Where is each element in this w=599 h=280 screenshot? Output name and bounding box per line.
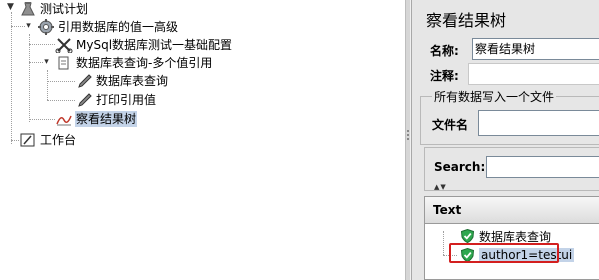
tree-connector — [29, 62, 43, 63]
listener-graph-icon — [55, 111, 73, 127]
tree-connector — [11, 12, 12, 144]
collapse-arrows-icon[interactable]: ▲▼ — [434, 183, 447, 191]
collapse-handle-icon[interactable]: ▾ — [42, 57, 51, 67]
splitter-grip — [407, 130, 409, 132]
tree-node-label: 测试计划 — [40, 2, 89, 16]
tree-node-label: 察看结果树 — [75, 111, 138, 127]
result-label: 数据库表查询 — [479, 229, 552, 244]
search-input[interactable] — [486, 156, 599, 178]
splitter-grip — [407, 138, 409, 140]
tree-connector — [11, 26, 25, 27]
tree-node-db-query-sampler[interactable]: 数据库表查询-多个值引用 — [55, 54, 213, 72]
results-column-header: Text — [425, 197, 599, 224]
gear-icon — [37, 19, 55, 35]
filename-label: 文件名 — [432, 118, 469, 132]
tree-node-label: 数据库表查询 — [96, 74, 169, 88]
write-to-file-group-title: 所有数据写入一个文件 — [432, 88, 557, 105]
tree-connector — [47, 81, 75, 82]
tree-connector — [11, 140, 19, 141]
comment-label: 注释: — [430, 69, 459, 83]
results-column-header-label: Text — [433, 203, 462, 217]
test-plan-tree[interactable]: ▼ ▾ ▾ 测试计划 引用数据库的值一高级 MySql数据库测试一基础配置 数据… — [0, 0, 405, 280]
tree-node-view-results-tree[interactable]: 察看结果树 — [55, 110, 138, 128]
tree-node-label: 数据库表查询-多个值引用 — [76, 56, 213, 70]
collapse-handle-icon[interactable]: ▼ — [6, 2, 15, 12]
tree-node-label: 引用数据库的值一高级 — [58, 20, 179, 34]
test-plan-icon — [19, 1, 37, 17]
tree-connector — [29, 44, 55, 45]
name-label: 名称: — [430, 44, 459, 58]
panel-title: 察看结果树 — [426, 11, 507, 30]
tree-node-label: 工作台 — [40, 133, 77, 147]
success-shield-icon — [460, 228, 475, 244]
name-field[interactable]: 察看结果树 — [472, 38, 599, 60]
results-tree[interactable]: Text 数据库表查询 author1=testui — [424, 196, 599, 280]
tree-node-label: 打印引用值 — [96, 93, 157, 107]
tree-connector — [47, 70, 48, 100]
workbench-icon — [19, 132, 37, 148]
tree-connector — [443, 231, 444, 255]
sampler-icon — [55, 55, 73, 71]
splitter-grip — [407, 134, 409, 136]
dropper-icon — [75, 92, 93, 108]
search-label: Search: — [434, 160, 486, 174]
collapse-handle-icon[interactable]: ▾ — [24, 21, 33, 31]
result-row[interactable]: 数据库表查询 — [460, 228, 552, 244]
tree-node-thread-group[interactable]: 引用数据库的值一高级 — [37, 18, 179, 36]
comment-field[interactable] — [468, 63, 599, 85]
tree-node-label: MySql数据库测试一基础配置 — [76, 38, 233, 52]
tree-connector — [29, 119, 55, 120]
tree-node-print-value[interactable]: 打印引用值 — [75, 91, 157, 109]
dropper-icon — [75, 73, 93, 89]
tree-connector — [29, 34, 30, 122]
tree-node-db-query[interactable]: 数据库表查询 — [75, 72, 169, 90]
scissors-config-icon — [55, 37, 73, 54]
highlight-annotation — [449, 243, 559, 263]
view-results-tree-panel: 察看结果树 名称: 察看结果树 注释: 所有数据写入一个文件 文件名 Searc… — [411, 0, 599, 280]
filename-field[interactable] — [478, 110, 599, 136]
tree-node-workbench[interactable]: 工作台 — [19, 131, 77, 149]
tree-node-mysql-config[interactable]: MySql数据库测试一基础配置 — [55, 36, 233, 54]
tree-node-test-plan[interactable]: 测试计划 — [19, 0, 89, 18]
tree-connector — [47, 100, 75, 101]
